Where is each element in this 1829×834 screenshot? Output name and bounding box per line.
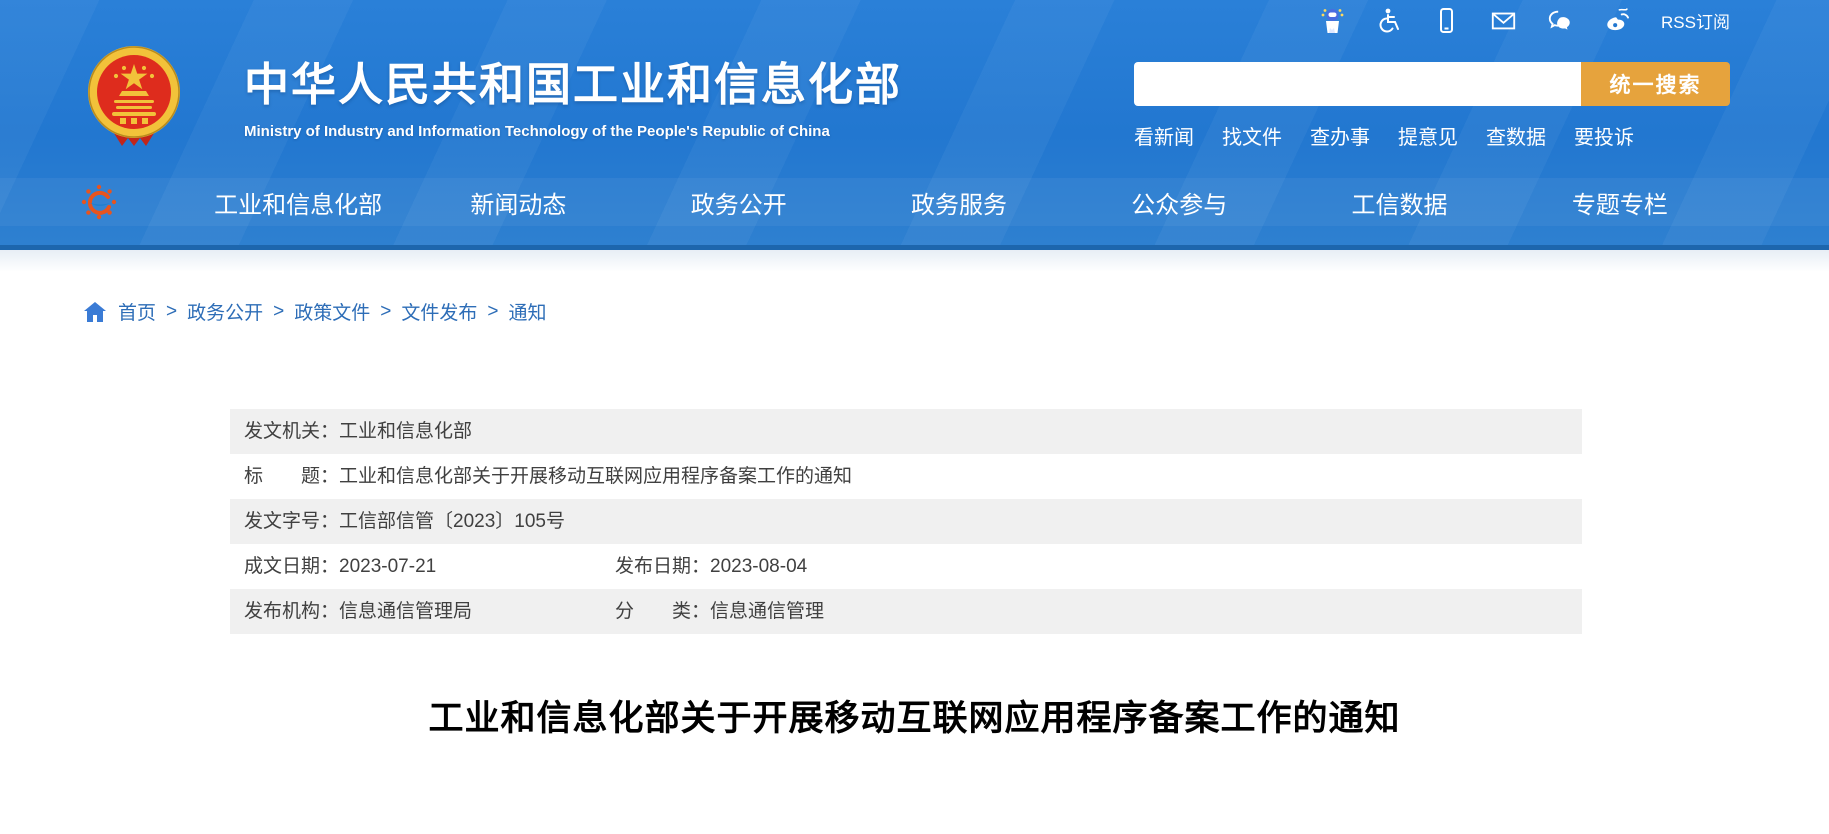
site-title: 中华人民共和国工业和信息化部: [244, 59, 903, 110]
national-emblem-icon: [84, 44, 184, 148]
brand-text: 中华人民共和国工业和信息化部 Ministry of Industry and …: [244, 44, 902, 140]
nav-items: 工业和信息化部 新闻动态 政务公开 政务服务 公众参与 工信数据 专题专栏: [188, 185, 1730, 220]
nav-item[interactable]: 专题专栏: [1510, 185, 1730, 220]
doc-info-label: 发文机关：: [244, 421, 340, 442]
breadcrumb-link[interactable]: 首页: [118, 298, 156, 325]
rss-subscribe-link[interactable]: RSS订阅: [1661, 8, 1730, 33]
breadcrumb-item: 首页 >: [118, 298, 187, 325]
breadcrumb-link[interactable]: 政策文件: [294, 298, 370, 325]
breadcrumb-link[interactable]: 政务公开: [187, 298, 263, 325]
wechat-icon[interactable]: [1547, 7, 1574, 34]
doc-info-second-column: 分 类：信息通信管理: [615, 589, 824, 634]
quick-link[interactable]: 查数据: [1486, 121, 1546, 150]
main-nav: 工业和信息化部 新闻动态 政务公开 政务服务 公众参与 工信数据 专题专栏: [0, 178, 1829, 226]
breadcrumb-link[interactable]: 文件发布: [401, 298, 477, 325]
breadcrumb: 首页 > 政务公开 > 政策文件 > 文件发布 > 通知: [84, 298, 1829, 325]
miit-e-logo-icon: [80, 183, 118, 221]
doc-info-label: 发布机构：: [244, 601, 340, 622]
mobile-icon[interactable]: [1433, 7, 1460, 34]
doc-info-value: 2023-08-04: [710, 556, 808, 577]
nav-item[interactable]: 公众参与: [1069, 185, 1289, 220]
quick-link[interactable]: 查办事: [1310, 121, 1370, 150]
doc-info-label: 分 类：: [615, 601, 711, 622]
home-icon[interactable]: [84, 301, 106, 322]
document-title: 工业和信息化部关于开展移动互联网应用程序备案工作的通知: [428, 699, 1401, 738]
accessibility-icon[interactable]: [1376, 7, 1403, 34]
assistant-robot-icon[interactable]: [1319, 7, 1346, 34]
nav-item[interactable]: 工业和信息化部: [188, 185, 408, 220]
doc-info-table: 发文机关：工业和信息化部 标 题：工业和信息化部关于开展移动互联网应用程序备案工…: [230, 409, 1582, 634]
brand-home-link[interactable]: 中华人民共和国工业和信息化部 Ministry of Industry and …: [84, 44, 902, 148]
search-row: 统一搜索: [1134, 62, 1730, 106]
unified-search-button[interactable]: 统一搜索: [1581, 62, 1730, 106]
doc-info-value: 2023-07-21: [339, 556, 437, 577]
site-header: RSS订阅 中华人民共和国工业和信息化部 Ministry of Industr…: [0, 0, 1829, 250]
doc-info-label: 发布日期：: [615, 556, 711, 577]
topbar: RSS订阅: [1319, 6, 1730, 34]
quick-links: 看新闻 找文件 查办事 提意见 查数据 要投诉: [1134, 121, 1730, 150]
header-fade-strip: [0, 250, 1829, 272]
doc-info-value: 工信部信管〔2023〕105号: [339, 511, 565, 532]
breadcrumb-item: 通知 >: [509, 298, 547, 325]
page-content: 首页 > 政务公开 > 政策文件 > 文件发布 > 通知 发文机关：工业和信息化…: [0, 298, 1829, 741]
doc-info-row: 发布机构：信息通信管理局 分 类：信息通信管理: [230, 589, 1582, 634]
quick-link[interactable]: 看新闻: [1134, 121, 1194, 150]
breadcrumb-separator: >: [380, 300, 392, 322]
quick-link[interactable]: 提意见: [1398, 121, 1458, 150]
breadcrumb-item: 政务公开 >: [187, 298, 294, 325]
doc-info-row: 标 题：工业和信息化部关于开展移动互联网应用程序备案工作的通知: [230, 454, 1582, 499]
doc-info-second-column: 发布日期：2023-08-04: [615, 544, 807, 589]
breadcrumb-separator: >: [166, 300, 178, 322]
doc-info-label: 成文日期：: [244, 556, 340, 577]
doc-info-value: 工业和信息化部: [339, 421, 473, 442]
weibo-icon[interactable]: [1604, 7, 1631, 34]
doc-info-label: 标 题：: [244, 466, 340, 487]
doc-info-value: 信息通信管理: [710, 601, 825, 622]
doc-info-value: 工业和信息化部关于开展移动互联网应用程序备案工作的通知: [339, 466, 853, 487]
quick-link[interactable]: 要投诉: [1574, 121, 1634, 150]
breadcrumb-item: 政策文件 >: [294, 298, 401, 325]
nav-item[interactable]: 新闻动态: [408, 185, 628, 220]
header-inner: RSS订阅 中华人民共和国工业和信息化部 Ministry of Industr…: [0, 0, 1829, 245]
doc-info-row: 成文日期：2023-07-21 发布日期：2023-08-04: [230, 544, 1582, 589]
doc-info-row: 发文机关：工业和信息化部: [230, 409, 1582, 454]
quick-link[interactable]: 找文件: [1222, 121, 1282, 150]
nav-item[interactable]: 政务公开: [629, 185, 849, 220]
search-area: 统一搜索 看新闻 找文件 查办事 提意见 查数据 要投诉: [1134, 62, 1730, 150]
email-icon[interactable]: [1490, 7, 1517, 34]
breadcrumb-separator: >: [273, 300, 285, 322]
doc-info-label: 发文字号：: [244, 511, 340, 532]
doc-info-value: 信息通信管理局: [339, 601, 473, 622]
search-input[interactable]: [1134, 62, 1581, 106]
site-subtitle: Ministry of Industry and Information Tec…: [244, 123, 830, 140]
doc-info-row: 发文字号：工信部信管〔2023〕105号: [230, 499, 1582, 544]
nav-item[interactable]: 政务服务: [849, 185, 1069, 220]
breadcrumb-separator: >: [487, 300, 499, 322]
breadcrumb-item: 文件发布 >: [401, 298, 508, 325]
breadcrumb-link[interactable]: 通知: [509, 298, 547, 325]
nav-item[interactable]: 工信数据: [1289, 185, 1509, 220]
